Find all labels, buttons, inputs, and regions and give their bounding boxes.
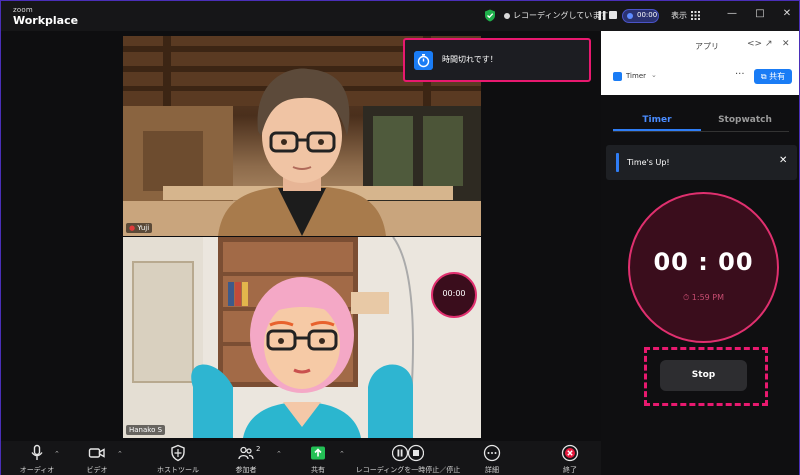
minimize-icon[interactable]: — <box>725 7 739 21</box>
end-meeting-button[interactable]: 終了 <box>557 444 583 475</box>
share-options-chevron-icon[interactable]: ⌃ <box>339 450 345 458</box>
participants-label: 参加者 <box>235 466 257 474</box>
tile-timer-badge: 00:00 <box>431 272 477 318</box>
more-button[interactable]: 詳細 <box>479 444 505 475</box>
app-selector-chevron-icon[interactable]: ⌄ <box>651 71 657 79</box>
participant-name: Hanako S <box>129 426 163 434</box>
tab-timer[interactable]: Timer <box>613 115 701 125</box>
participant-name: Yuji <box>137 224 150 232</box>
close-panel-icon[interactable]: ✕ <box>782 39 790 49</box>
timer-app-icon <box>613 72 622 81</box>
audio-label: オーディオ <box>19 466 55 474</box>
logo-workplace: Workplace <box>13 14 79 27</box>
close-alert-icon[interactable]: ✕ <box>779 155 787 166</box>
timer-pill-icon <box>627 13 633 19</box>
video-tile-hanako[interactable]: Hanako S <box>123 237 481 438</box>
share-app-button[interactable]: ⧉ 共有 <box>754 69 792 84</box>
audio-button[interactable]: オーディオ <box>19 444 55 475</box>
panel-title: アプリ <box>695 42 719 51</box>
logo-zoom: zoom <box>13 6 33 14</box>
host-tools-button[interactable]: ホストツール <box>155 444 201 475</box>
zoom-window: zoom Workplace レコーディングしています... 00:00 表示 … <box>0 0 800 475</box>
share-label: 共有 <box>311 466 325 474</box>
shield-icon <box>171 444 185 462</box>
video-area: ● Yuji Hanako S 00:00 <box>1 31 601 441</box>
recording-controls-button[interactable]: レコーディングを一時停止／停止 <box>354 444 462 475</box>
recording-dot-icon <box>504 13 510 19</box>
title-bar: zoom Workplace レコーディングしています... 00:00 表示 … <box>1 1 799 31</box>
close-window-icon[interactable]: ✕ <box>780 7 794 21</box>
share-app-label: 共有 <box>769 72 786 81</box>
meeting-toolbar: オーディオ ⌃ ビデオ ⌃ ホストツール 参加者 2 ⌃ 共有 ⌃ レコーディン… <box>1 441 601 475</box>
participants-count: 2 <box>256 445 261 453</box>
tab-divider <box>613 131 789 132</box>
apps-panel-header: アプリ <> ↗ ✕ Timer ⌄ ··· ⧉ 共有 <box>601 31 799 95</box>
end-time-value: 1:59 PM <box>691 293 725 302</box>
video-button[interactable]: ビデオ <box>81 444 113 475</box>
timer-icon <box>414 51 433 70</box>
toast-message: 時間切れです！ <box>442 55 498 64</box>
alarm-icon: ⏱ <box>682 293 690 302</box>
end-label: 終了 <box>563 466 577 474</box>
share-app-icon: ⧉ <box>760 72 767 81</box>
app-selector-label[interactable]: Timer <box>626 72 646 80</box>
pause-recording-icon[interactable] <box>598 11 606 20</box>
grid-view-icon[interactable] <box>691 11 700 20</box>
participants-options-chevron-icon[interactable]: ⌃ <box>276 450 282 458</box>
microphone-icon <box>31 444 43 460</box>
popout-icon[interactable]: ↗ <box>765 39 773 49</box>
video-options-chevron-icon[interactable]: ⌃ <box>117 450 123 458</box>
apps-panel: アプリ <> ↗ ✕ Timer ⌄ ··· ⧉ 共有 Timer Stopwa… <box>601 31 799 475</box>
code-icon[interactable]: <> <box>747 39 762 49</box>
view-menu[interactable]: 表示 <box>671 10 687 21</box>
participant-name-tag: Hanako S <box>126 425 166 435</box>
tab-stopwatch[interactable]: Stopwatch <box>701 115 789 125</box>
host-tools-label: ホストツール <box>157 466 199 474</box>
stop-recording-icon[interactable] <box>609 11 617 19</box>
share-screen-icon <box>311 446 325 460</box>
more-dots-icon <box>483 444 501 462</box>
share-button[interactable]: 共有 <box>304 444 332 475</box>
mic-muted-icon: ● <box>129 224 136 232</box>
timer-pill-time: 00:00 <box>637 11 658 19</box>
timer-display: 00 : 00 <box>653 248 754 276</box>
video-label: ビデオ <box>86 466 108 474</box>
recording-controls-label: レコーディングを一時停止／停止 <box>355 466 461 474</box>
times-up-toast[interactable]: 時間切れです！ <box>403 38 591 82</box>
tile-timer-time: 00:00 <box>442 289 466 298</box>
end-time: ⏱ 1:59 PM <box>630 293 777 303</box>
hanako-avatar-scene <box>123 237 481 438</box>
stop-button[interactable]: Stop <box>660 360 747 391</box>
more-label: 詳細 <box>485 466 499 474</box>
alert-message: Time's Up! <box>627 158 670 167</box>
shield-check-icon[interactable] <box>484 9 496 22</box>
maximize-icon[interactable]: □ <box>753 7 767 21</box>
video-camera-icon <box>88 448 105 458</box>
participants-icon <box>238 446 254 460</box>
pause-stop-recording-icon <box>392 444 424 462</box>
more-options-icon[interactable]: ··· <box>735 69 745 80</box>
end-call-icon <box>561 444 579 462</box>
participant-name-tag: ● Yuji <box>126 223 153 233</box>
timer-status-pill[interactable]: 00:00 <box>622 9 659 23</box>
alert-accent-bar <box>616 153 619 172</box>
audio-options-chevron-icon[interactable]: ⌃ <box>54 450 60 458</box>
timer-dial: 00 : 00 ⏱ 1:59 PM <box>628 192 779 343</box>
times-up-alert: Time's Up! ✕ <box>606 145 797 180</box>
